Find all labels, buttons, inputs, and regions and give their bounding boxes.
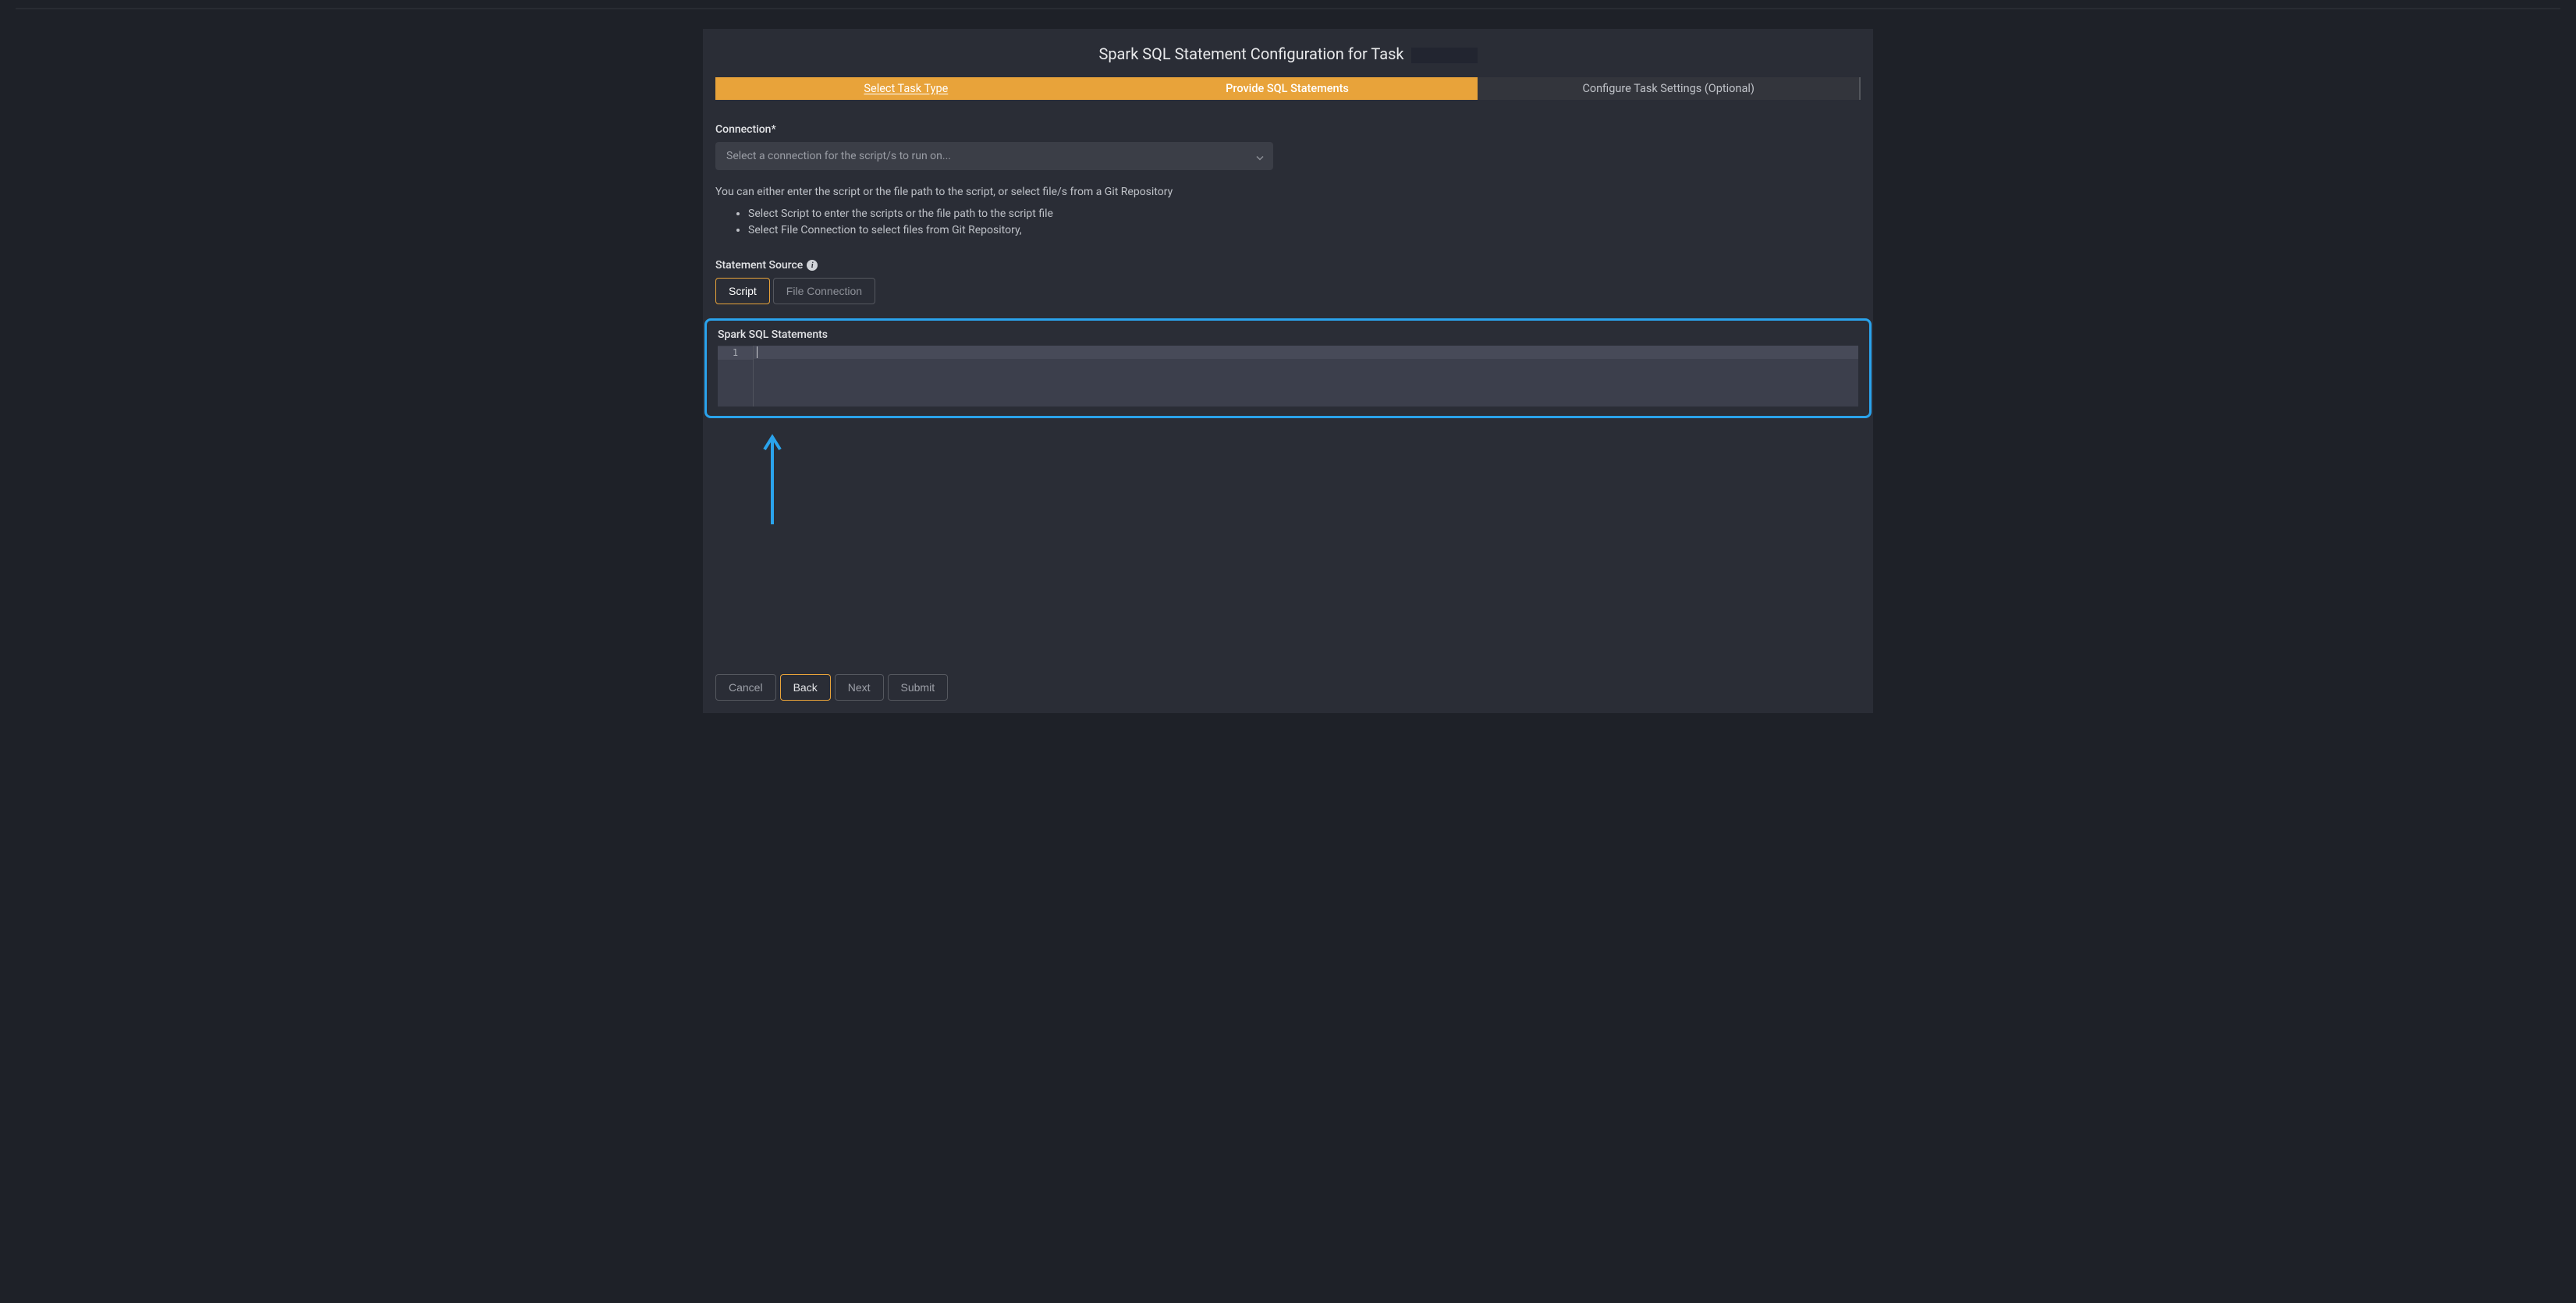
editor-current-line [754, 346, 1858, 359]
help-item-script: Select Script to enter the scripts or th… [748, 206, 1861, 222]
help-list: Select Script to enter the scripts or th… [715, 206, 1861, 239]
footer-buttons: Cancel Back Next Submit [715, 674, 1861, 701]
cancel-button[interactable]: Cancel [715, 674, 776, 701]
connection-select[interactable]: Select a connection for the script/s to … [715, 142, 1273, 170]
editor-gutter: 1 [718, 346, 754, 407]
back-button[interactable]: Back [780, 674, 831, 701]
connection-label: Connection* [715, 123, 1861, 136]
tab-select-task-type[interactable]: Select Task Type [715, 77, 1097, 100]
next-button[interactable]: Next [835, 674, 884, 701]
progress-tabs: Select Task Type Provide SQL Statements … [715, 77, 1861, 100]
statements-label: Spark SQL Statements [718, 328, 1858, 341]
sql-editor[interactable]: 1 [718, 346, 1858, 407]
line-number-1: 1 [718, 346, 753, 360]
connection-row: Select a connection for the script/s to … [715, 142, 1861, 170]
page-title: Spark SQL Statement Configuration for Ta… [715, 44, 1861, 63]
tab-configure-task-settings[interactable]: Configure Task Settings (Optional) [1478, 77, 1861, 100]
task-name-redacted [1411, 48, 1478, 63]
submit-button[interactable]: Submit [888, 674, 949, 701]
editor-cursor [757, 346, 758, 358]
info-icon[interactable]: i [807, 260, 818, 271]
config-panel: Spark SQL Statement Configuration for Ta… [703, 29, 1873, 713]
connection-select-wrap: Select a connection for the script/s to … [715, 142, 1273, 170]
statement-source-toggle: Script File Connection [715, 278, 1861, 304]
top-divider [16, 8, 2560, 9]
toggle-script[interactable]: Script [715, 278, 770, 304]
annotation-arrow [761, 432, 1861, 526]
toggle-file-connection[interactable]: File Connection [773, 278, 875, 304]
help-item-file-connection: Select File Connection to select files f… [748, 222, 1861, 239]
statement-source-label: Statement Source i [715, 259, 1861, 272]
editor-textarea[interactable] [754, 346, 1858, 407]
statements-highlight-annotation: Spark SQL Statements 1 [704, 318, 1872, 418]
statement-source-text: Statement Source [715, 259, 803, 272]
page-title-text: Spark SQL Statement Configuration for Ta… [1098, 44, 1403, 63]
tab-provide-sql-statements[interactable]: Provide SQL Statements [1097, 77, 1478, 100]
help-intro: You can either enter the script or the f… [715, 186, 1861, 198]
editor-padding-area [715, 526, 1861, 623]
